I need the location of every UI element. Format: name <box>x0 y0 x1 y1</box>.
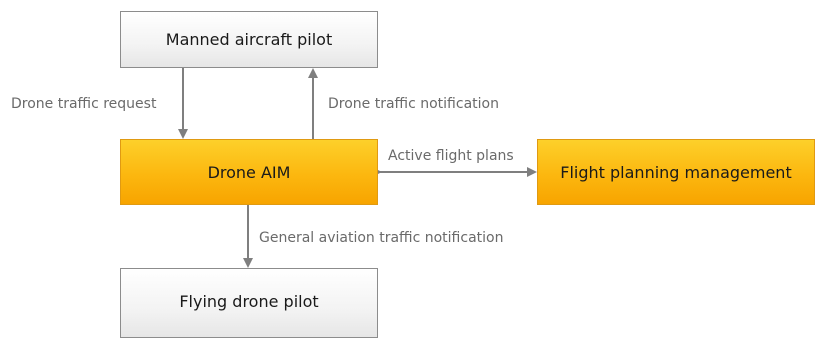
label-drone-traffic-request: Drone traffic request <box>11 96 157 112</box>
node-flying-drone-pilot: Flying drone pilot <box>120 268 378 338</box>
label-ga-traffic-notification: General aviation traffic notification <box>259 230 504 246</box>
node-flight-planning-management: Flight planning management <box>537 139 815 205</box>
node-flying-drone-pilot-label: Flying drone pilot <box>179 292 319 311</box>
label-active-flight-plans: Active flight plans <box>388 148 514 164</box>
node-manned-aircraft-pilot-label: Manned aircraft pilot <box>165 30 333 49</box>
node-drone-aim: Drone AIM <box>120 139 378 205</box>
node-flight-planning-management-label: Flight planning management <box>560 162 792 182</box>
node-drone-aim-label: Drone AIM <box>207 162 291 182</box>
label-drone-traffic-notification: Drone traffic notification <box>328 96 499 112</box>
node-manned-aircraft-pilot: Manned aircraft pilot <box>120 11 378 68</box>
